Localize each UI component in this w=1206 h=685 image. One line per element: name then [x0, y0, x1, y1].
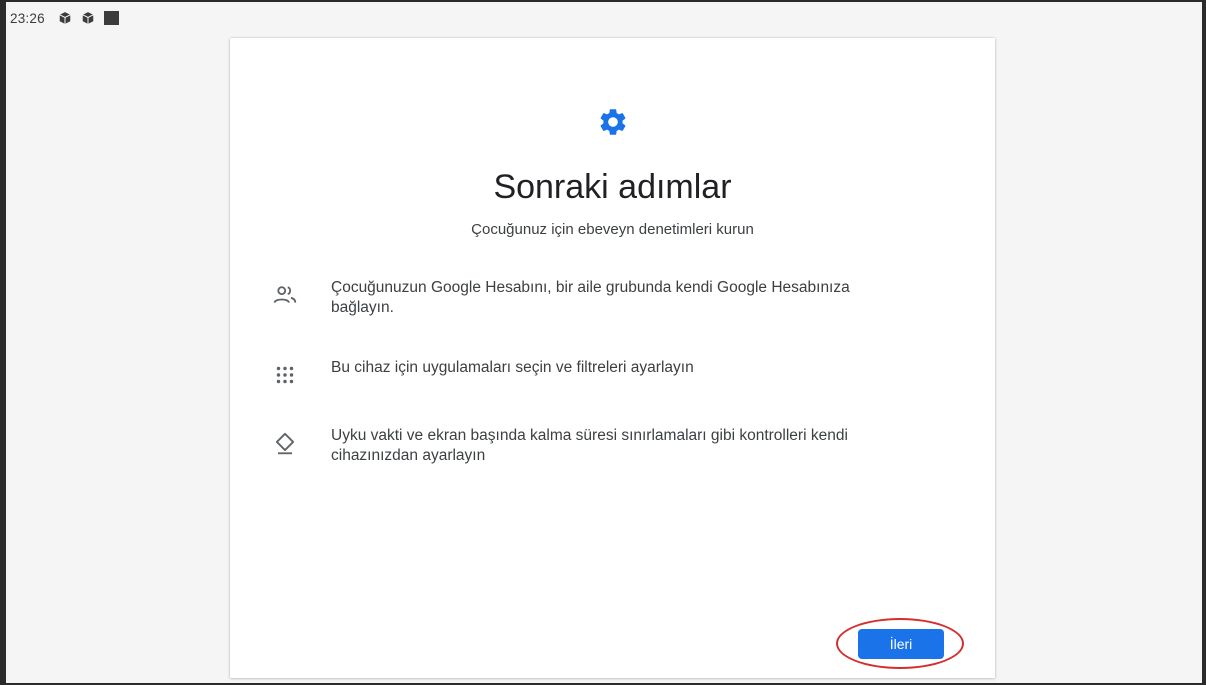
step-text: Uyku vakti ve ekran başında kalma süresi…	[331, 426, 848, 466]
next-button-highlight: İleri	[836, 618, 964, 669]
step-text-line: Uyku vakti ve ekran başında kalma süresi…	[331, 427, 848, 444]
next-button[interactable]: İleri	[858, 629, 944, 659]
page-title: Sonraki adımlar	[493, 168, 732, 206]
people-icon	[273, 286, 297, 303]
step-text: Çocuğunuzun Google Hesabını, bir aile gr…	[331, 278, 850, 318]
step-item-controls: Uyku vakti ve ekran başında kalma süresi…	[272, 426, 952, 466]
step-item-link-account: Çocuğunuzun Google Hesabını, bir aile gr…	[272, 278, 952, 318]
step-text-line: cihazınızdan ayarlayın	[331, 447, 486, 464]
status-time: 23:26	[10, 10, 45, 26]
square-icon	[103, 11, 119, 25]
step-item-apps-filters: Bu cihaz için uygulamaları seçin ve filt…	[272, 358, 952, 388]
screen: 23:26 Sonraki adımlar Çocuğunuz için ebe…	[6, 2, 1202, 683]
gear-icon	[600, 109, 626, 135]
step-text-line: Çocuğunuzun Google Hesabını, bir aile gr…	[331, 279, 850, 296]
package-icon	[59, 12, 71, 24]
package-icon	[82, 12, 94, 24]
step-text-line: bağlayın.	[331, 299, 394, 316]
step-text: Bu cihaz için uygulamaları seçin ve filt…	[331, 358, 694, 378]
status-bar: 23:26	[10, 9, 119, 27]
setup-card: Sonraki adımlar Çocuğunuz için ebeveyn d…	[230, 38, 995, 678]
page-subtitle: Çocuğunuz için ebeveyn denetimleri kurun	[471, 221, 754, 238]
step-text-line: Bu cihaz için uygulamaları seçin ve filt…	[331, 359, 694, 376]
apps-grid-icon	[276, 366, 294, 384]
hourglass-icon	[275, 432, 295, 455]
